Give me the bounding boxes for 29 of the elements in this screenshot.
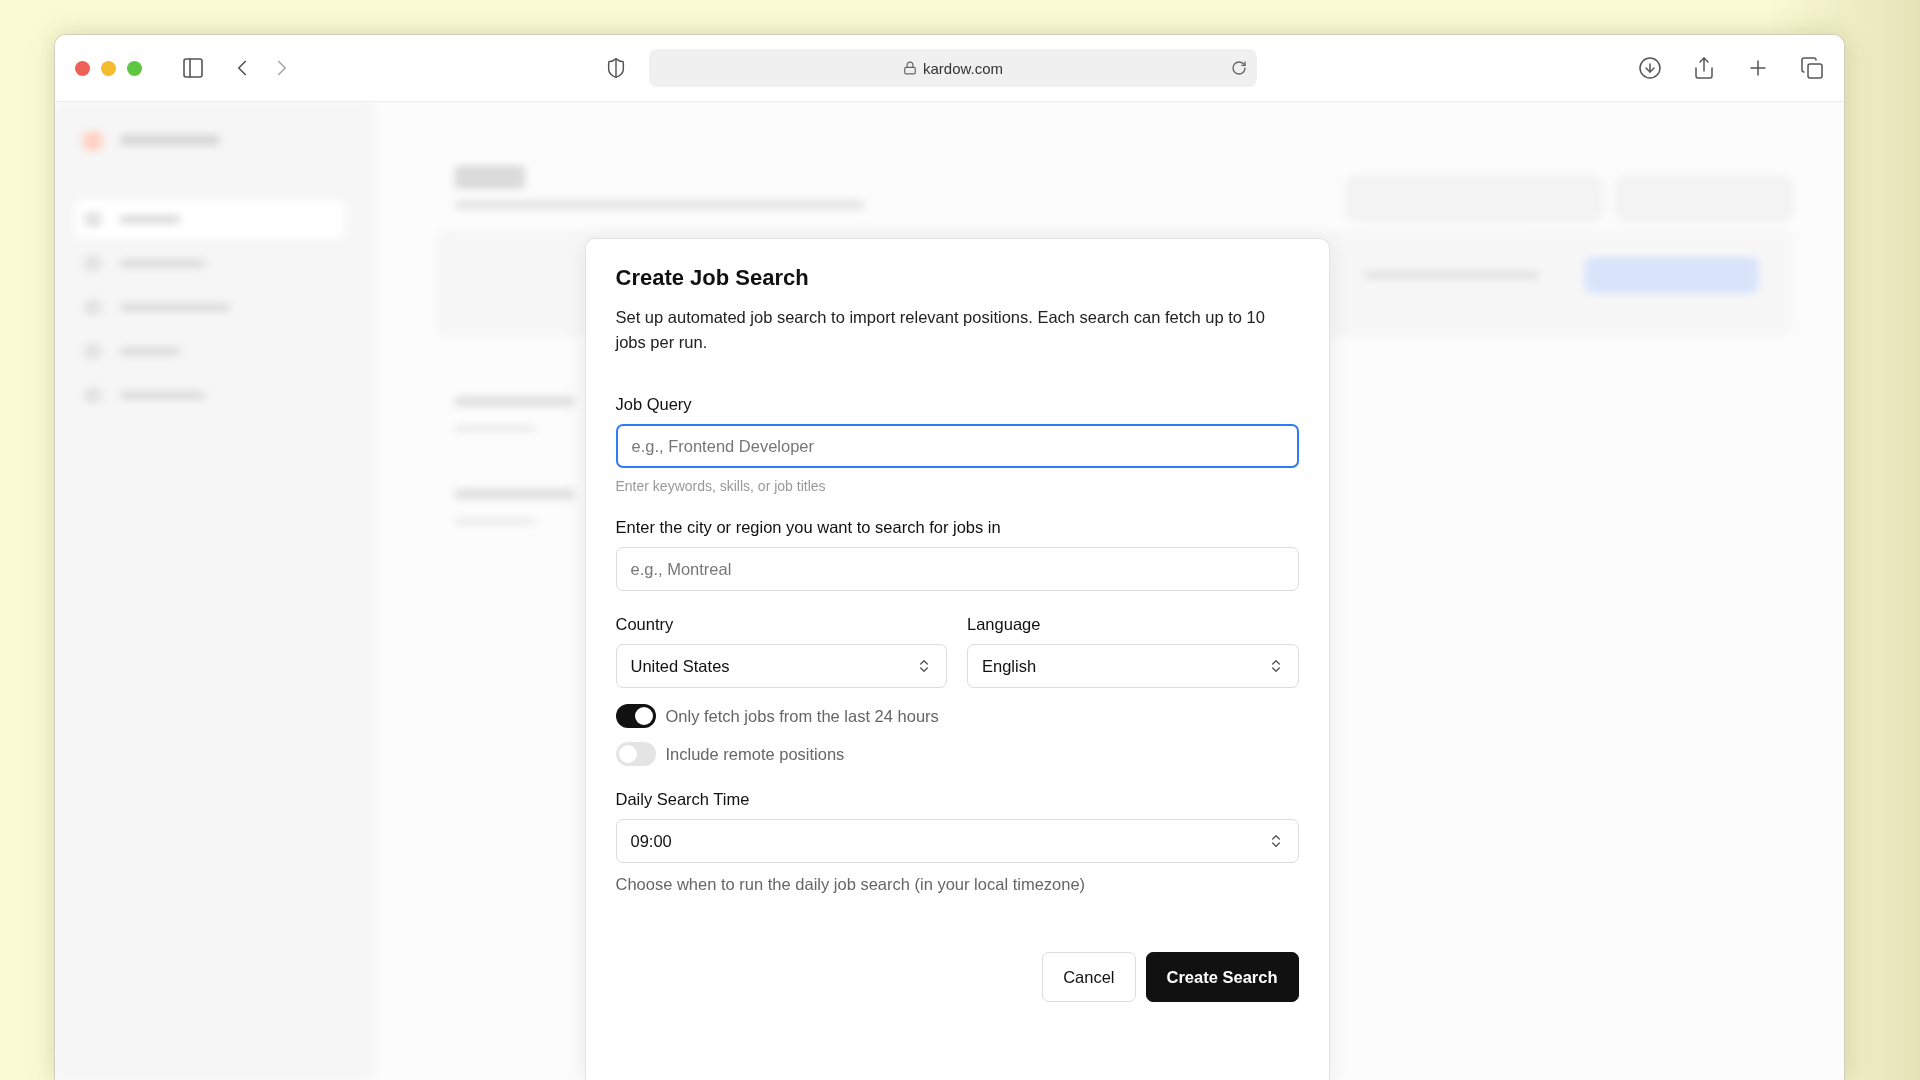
dialog-description: Set up automated job search to import relevant positions. Each search can fetch up to 10 jobs per run. — [615, 307, 1266, 353]
sidebar-icon[interactable] — [181, 56, 205, 80]
toggle-switch[interactable] — [615, 742, 656, 766]
create-button[interactable]: Create Search — [1145, 952, 1299, 1002]
lock-icon — [902, 61, 917, 75]
input-field[interactable]: e.g., Frontend Developer — [615, 424, 1299, 468]
toggle-label: Only fetch jobs from the last 24 hours — [665, 706, 939, 726]
field-hint: Choose when to run the daily job search (in your local timezone) — [615, 875, 1087, 894]
field-label: Language — [967, 615, 1042, 634]
reload-icon[interactable] — [1231, 60, 1247, 76]
field-label: Job Query — [615, 395, 693, 414]
field-label: Daily Search Time — [615, 790, 751, 809]
field-label: Enter the city or region you want to search for jobs in — [615, 518, 1002, 537]
shield-icon[interactable] — [605, 57, 627, 79]
select-field[interactable]: 09:00 — [615, 819, 1299, 863]
url-text: kardow.com — [922, 59, 1003, 77]
download-icon[interactable] — [1638, 56, 1662, 80]
cancel-button[interactable]: Cancel — [1042, 952, 1136, 1002]
share-icon[interactable] — [1692, 56, 1716, 80]
toggle-label: Include remote positions — [665, 744, 845, 764]
dialog-title: Create Job Search — [615, 265, 810, 291]
field-label: Country — [615, 615, 675, 634]
toggle-switch[interactable] — [615, 704, 656, 728]
select-field[interactable]: English — [967, 644, 1299, 688]
address-bar[interactable]: kardow.com — [649, 49, 1257, 87]
tabs-overview-icon[interactable] — [1800, 56, 1824, 80]
field-hint: Enter keywords, skills, or job titles — [615, 478, 827, 494]
close-window-button[interactable] — [75, 60, 90, 76]
select-field[interactable]: United States — [615, 644, 947, 688]
